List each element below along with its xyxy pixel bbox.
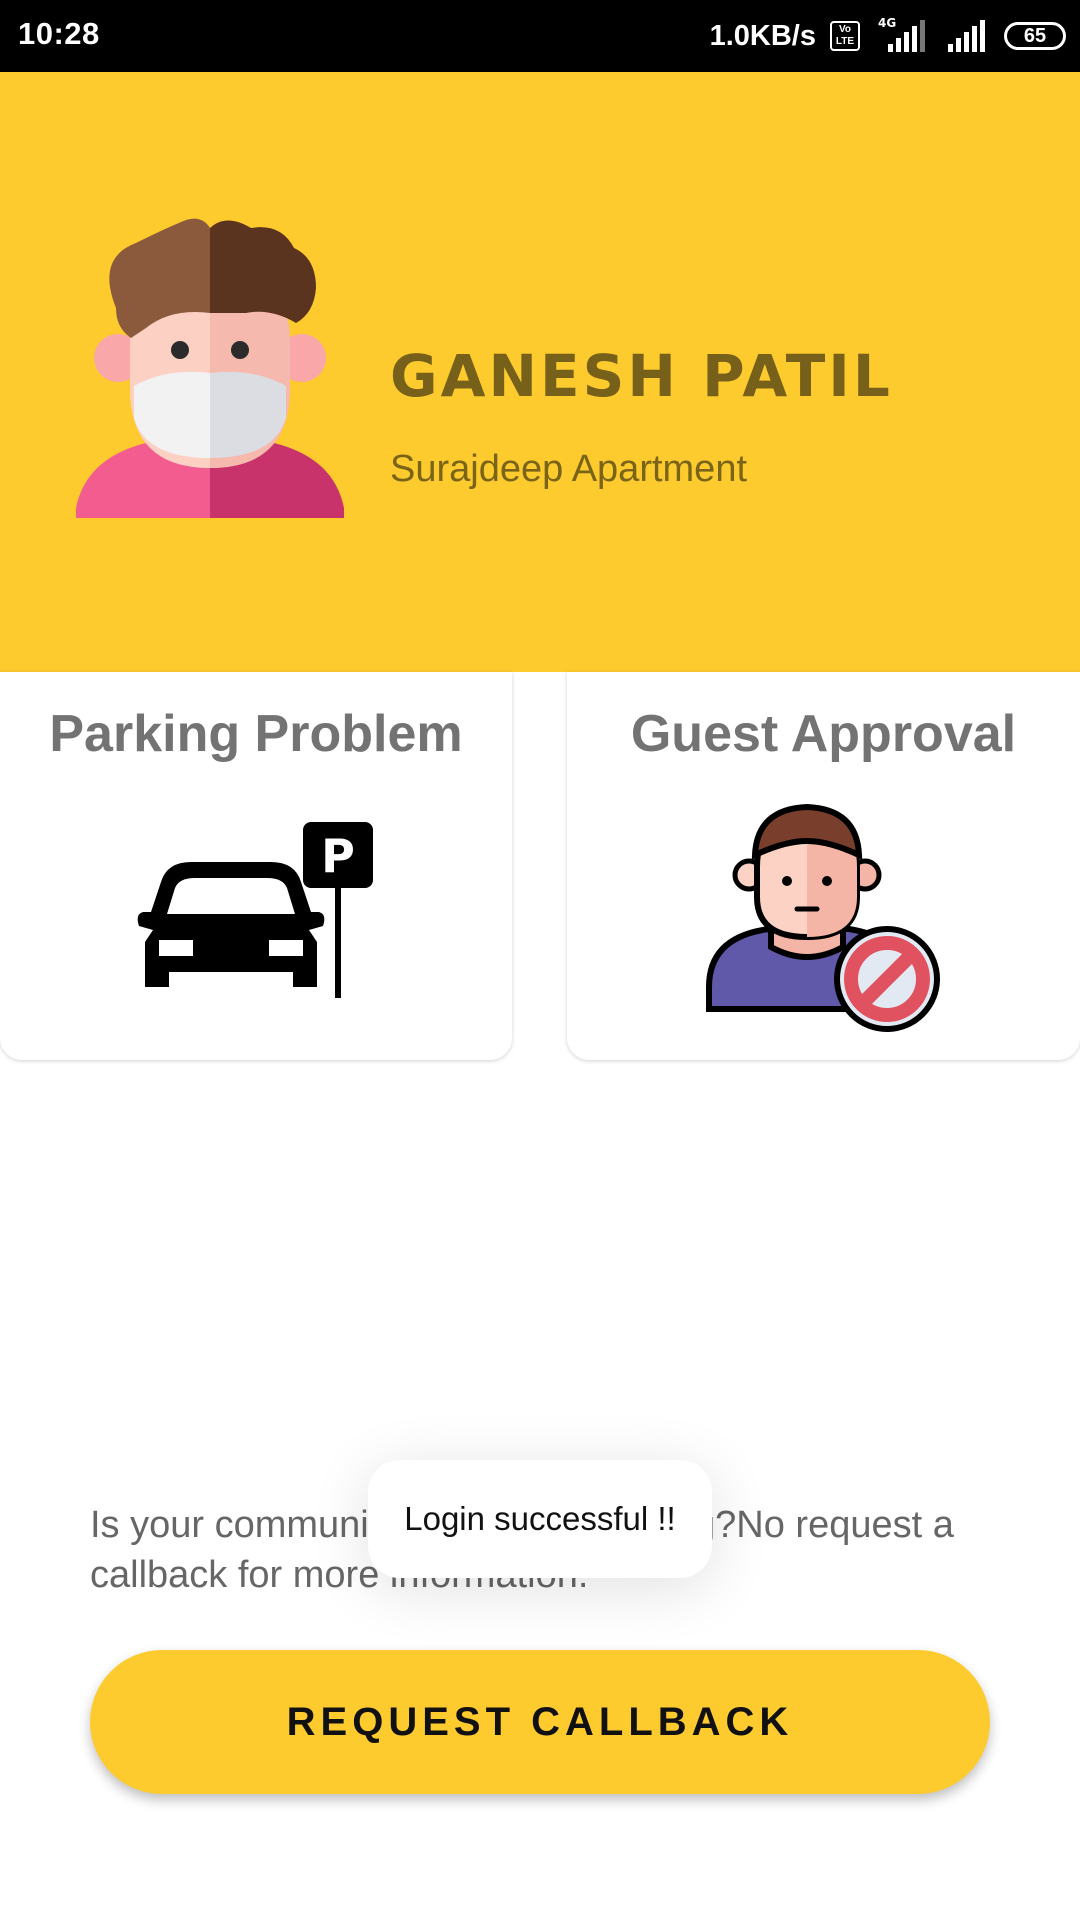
signal-icon xyxy=(948,20,985,52)
request-callback-button[interactable]: REQUEST CALLBACK xyxy=(90,1650,990,1794)
network-speed: 1.0KB/s xyxy=(709,19,816,52)
login-toast: Login successful !! xyxy=(368,1460,712,1578)
avatar xyxy=(76,218,344,518)
battery-icon: 65 xyxy=(1004,22,1066,50)
profile-header: GANESH PATIL Surajdeep Apartment xyxy=(0,72,1080,672)
card-title: Guest Approval xyxy=(630,705,1017,763)
svg-text:P: P xyxy=(321,829,355,883)
parking-problem-card[interactable]: Parking Problem P xyxy=(0,672,512,1060)
signal-4g-icon: 4G xyxy=(878,16,925,52)
user-name: GANESH PATIL xyxy=(390,342,893,410)
guest-denied-icon xyxy=(705,803,940,1032)
status-time: 10:28 xyxy=(18,16,100,51)
guest-approval-card[interactable]: Guest Approval xyxy=(567,672,1080,1060)
apartment-name: Surajdeep Apartment xyxy=(390,448,748,490)
svg-text:4G: 4G xyxy=(878,16,896,30)
volte-icon: Vo LTE xyxy=(830,21,860,51)
status-bar: 10:28 1.0KB/s Vo LTE 4G 65 xyxy=(0,0,1080,72)
car-parking-icon: P xyxy=(137,822,373,998)
card-title: Parking Problem xyxy=(49,705,463,763)
status-icons: 1.0KB/s Vo LTE 4G 65 xyxy=(710,14,1066,58)
